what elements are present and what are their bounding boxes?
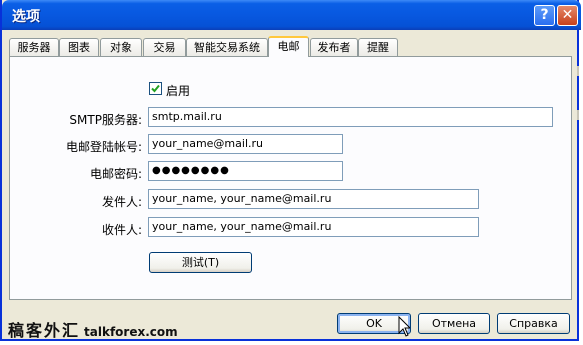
tab-server[interactable]: 服务器 <box>9 38 59 56</box>
smtp-server-input[interactable]: smtp.mail.ru <box>148 107 553 127</box>
from-input[interactable]: your_name, your_name@mail.ru <box>148 189 479 209</box>
email-password-input[interactable]: ●●●●●●●● <box>148 161 343 181</box>
tab-trade[interactable]: 交易 <box>143 38 186 56</box>
cancel-button[interactable]: Отмена <box>418 313 490 334</box>
tab-alerts[interactable]: 提醒 <box>358 38 398 56</box>
test-button[interactable]: 测试(T) <box>149 252 252 273</box>
to-input[interactable]: your_name, your_name@mail.ru <box>148 217 479 237</box>
brand-watermark: 稿客外汇 talkforex.com <box>8 317 178 341</box>
to-label: 收件人: <box>101 223 142 237</box>
enable-label: 启用 <box>166 84 191 98</box>
email-password-label: 电邮密码: <box>89 167 142 181</box>
scroll-marker <box>577 66 579 76</box>
tab-objects[interactable]: 对象 <box>100 38 142 56</box>
window-title: 选项 <box>12 9 40 25</box>
mouse-cursor-icon <box>398 316 410 337</box>
title-bar[interactable]: 选项 ? ✕ <box>2 0 581 30</box>
email-login-input[interactable]: your_name@mail.ru <box>148 134 343 154</box>
tab-expert-advisors[interactable]: 智能交易系统 <box>186 38 268 56</box>
checkmark-icon <box>151 84 160 93</box>
tab-email[interactable]: 电邮 <box>268 36 309 57</box>
enable-checkbox[interactable] <box>149 82 162 95</box>
from-label: 发件人: <box>101 195 142 209</box>
help-icon[interactable]: ? <box>534 5 555 26</box>
help-button[interactable]: Справка <box>497 313 570 334</box>
tab-publisher[interactable]: 发布者 <box>310 38 358 56</box>
scroll-marker <box>577 110 579 120</box>
close-icon[interactable]: ✕ <box>557 5 578 26</box>
brand-url-text: talkforex.com <box>84 325 178 339</box>
smtp-server-label: SMTP服务器: <box>69 113 142 127</box>
brand-chinese-text: 稿客外汇 <box>8 321 81 340</box>
email-login-label: 电邮登陆帐号: <box>65 140 142 154</box>
tab-charts[interactable]: 图表 <box>59 38 99 56</box>
